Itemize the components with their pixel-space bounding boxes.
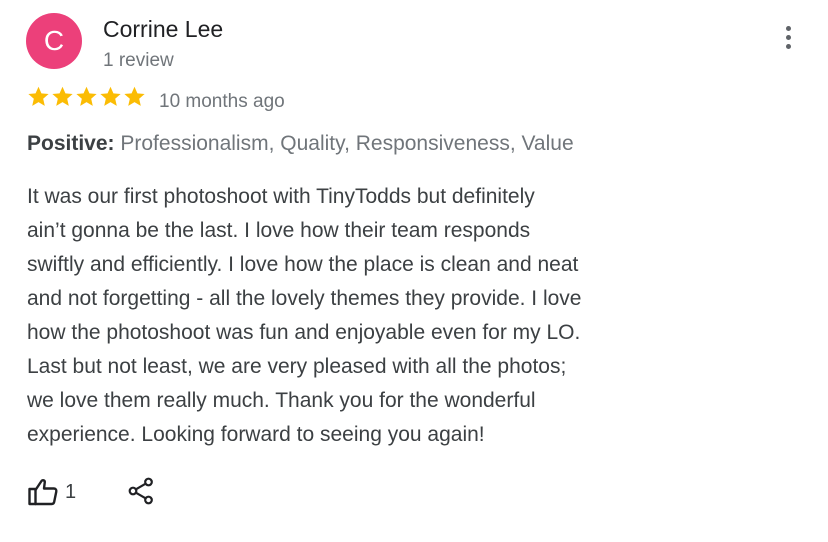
review-line: swiftly and efficiently. I love how the … — [27, 253, 579, 276]
star-icon — [52, 86, 73, 106]
star-icon — [76, 86, 97, 106]
reviewer-name[interactable]: Corrine Lee — [103, 16, 223, 43]
positive-values: Professionalism, Quality, Responsiveness… — [120, 132, 574, 155]
review-time: 10 months ago — [159, 91, 285, 112]
review-line: Last but not least, we are very pleased … — [27, 355, 567, 378]
star-icon — [100, 86, 121, 106]
like-button[interactable]: 1 — [27, 477, 76, 507]
more-vert-icon-dot-3 — [785, 43, 791, 49]
thumbs-up-icon — [28, 479, 58, 506]
review-line: experience. Looking forward to seeing yo… — [27, 423, 485, 446]
reviewer-review-count: 1 review — [103, 50, 174, 71]
like-count: 1 — [65, 480, 77, 503]
star-icon — [124, 86, 145, 106]
review-line: ain’t gonna be the last. I love how thei… — [27, 219, 531, 242]
positive-label: Positive: — [27, 132, 115, 155]
review-text: It was our first photoshoot with TinyTod… — [27, 180, 677, 452]
review-line: and not forgetting - all the lovely them… — [27, 287, 582, 310]
more-vert-icon-dot-1 — [785, 25, 791, 31]
more-options-button[interactable] — [774, 20, 802, 54]
star-rating — [27, 85, 146, 108]
review-line: It was our first photoshoot with TinyTod… — [27, 185, 535, 208]
review-line: how the photoshoot was fun and enjoyable… — [27, 321, 581, 344]
avatar[interactable]: C — [26, 13, 82, 69]
more-vert-icon-dot-2 — [785, 34, 791, 40]
positive-highlights: Positive: Professionalism, Quality, Resp… — [27, 132, 574, 156]
share-button[interactable] — [127, 476, 155, 506]
review-line: we love them really much. Thank you for … — [27, 389, 536, 412]
star-icon — [28, 86, 49, 106]
share-icon — [128, 477, 153, 505]
